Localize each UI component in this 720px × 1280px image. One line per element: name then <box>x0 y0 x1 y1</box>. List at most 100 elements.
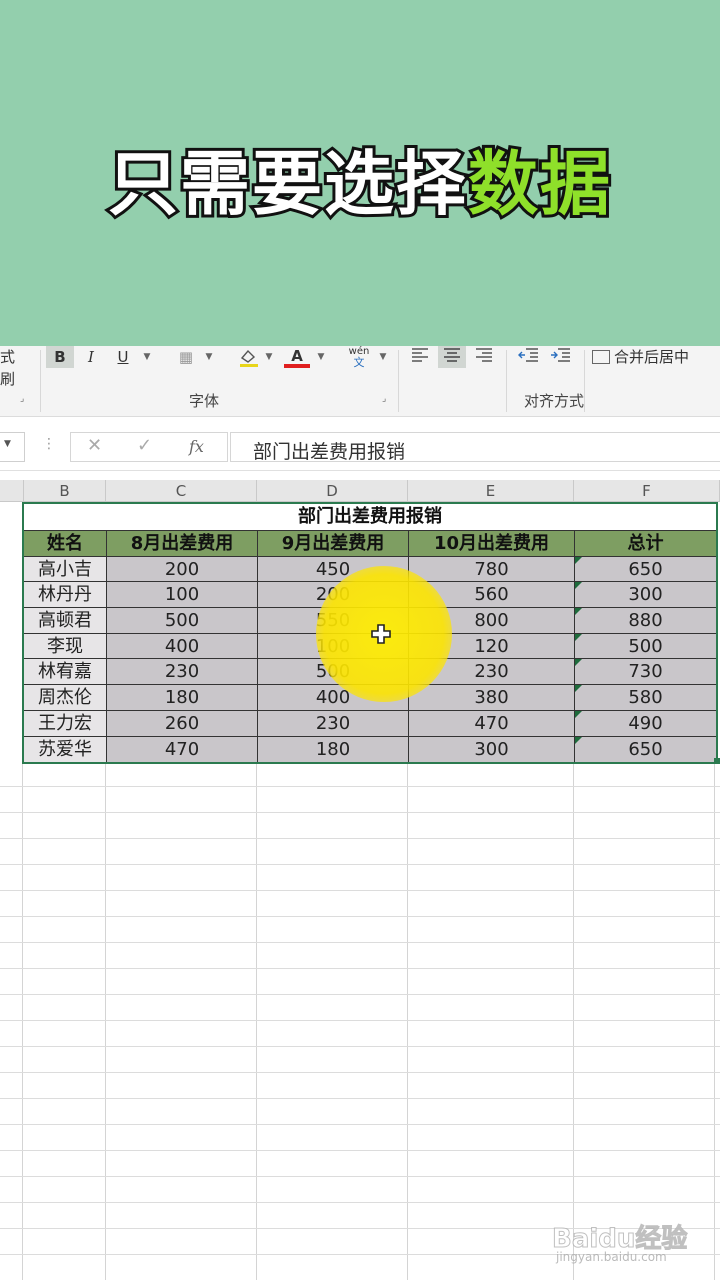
enter-icon[interactable]: ✓ <box>137 435 152 456</box>
data-cell[interactable]: 400 <box>107 633 258 659</box>
data-cell[interactable]: 200 <box>107 556 258 582</box>
italic-button[interactable]: I <box>80 346 102 368</box>
pinyin-bottom-label: 文 <box>353 356 365 369</box>
name-box[interactable]: ▼ <box>0 432 25 462</box>
data-cell[interactable]: 500 <box>107 608 258 633</box>
font-color-dropdown-icon[interactable]: ▼ <box>314 346 328 368</box>
font-color-button[interactable]: A <box>284 346 310 368</box>
total-value: 650 <box>628 558 663 580</box>
data-cell[interactable]: 100 <box>107 582 258 608</box>
more-options-icon[interactable]: ⋮ <box>42 436 56 452</box>
column-header-c[interactable]: C <box>106 480 257 502</box>
merge-center-label: 合并后居中 <box>614 348 690 366</box>
banner-title-white: 只需要选择 <box>105 140 469 228</box>
name-cell[interactable]: 李现 <box>24 633 107 659</box>
data-cell[interactable]: 300 <box>409 736 575 763</box>
format-painter-button[interactable]: 式刷 <box>0 346 24 388</box>
banner-title-green: 数据 <box>465 140 613 228</box>
formula-indicator-icon <box>575 633 582 641</box>
total-cell[interactable]: 490 <box>575 710 716 736</box>
ribbon-divider <box>506 350 507 412</box>
total-cell[interactable]: 650 <box>575 736 716 763</box>
total-cell[interactable]: 650 <box>575 556 716 582</box>
ribbon-divider <box>40 350 41 412</box>
column-header-corner[interactable] <box>0 480 24 502</box>
data-cell[interactable]: 180 <box>258 736 409 763</box>
name-cell[interactable]: 林宥嘉 <box>24 659 107 685</box>
column-header-e[interactable]: E <box>408 480 574 502</box>
header-cell[interactable]: 姓名 <box>24 531 107 556</box>
data-cell[interactable]: 180 <box>107 685 258 710</box>
formula-indicator-icon <box>575 685 582 693</box>
dialog-launcher-icon[interactable]: ⌟ <box>20 394 30 404</box>
fill-color-icon[interactable] <box>236 346 262 368</box>
alignment-group-label: 对齐方式 <box>524 392 585 410</box>
total-cell[interactable]: 300 <box>575 582 716 608</box>
total-cell[interactable]: 580 <box>575 685 716 710</box>
header-cell[interactable]: 8月出差费用 <box>107 531 258 556</box>
dialog-launcher-icon[interactable]: ⌟ <box>382 394 392 404</box>
total-cell[interactable]: 500 <box>575 633 716 659</box>
formula-input[interactable]: 部门出差费用报销 <box>230 432 720 463</box>
data-cell[interactable]: 230 <box>107 659 258 685</box>
formula-indicator-icon <box>575 659 582 667</box>
align-left-icon[interactable] <box>408 346 432 368</box>
increase-indent-icon[interactable] <box>548 346 574 368</box>
data-cell[interactable]: 780 <box>409 556 575 582</box>
name-cell[interactable]: 高顿君 <box>24 608 107 633</box>
column-header-f[interactable]: F <box>574 480 720 502</box>
merge-center-button[interactable]: 合并后居中 <box>592 346 718 368</box>
chevron-down-icon[interactable]: ▼ <box>4 439 11 449</box>
fill-handle[interactable] <box>714 758 720 764</box>
table-title[interactable]: 部门出差费用报销 <box>24 504 716 531</box>
bold-button[interactable]: B <box>46 346 74 368</box>
data-cell[interactable]: 470 <box>107 736 258 763</box>
pinyin-guide-button[interactable]: wén 文 <box>346 346 372 368</box>
total-cell[interactable]: 880 <box>575 608 716 633</box>
underline-dropdown-icon[interactable]: ▼ <box>140 346 154 368</box>
formula-bar: ▼ ⋮ ✕ ✓ fx 部门出差费用报销 <box>0 424 720 471</box>
total-value: 880 <box>628 610 663 632</box>
data-cell[interactable]: 470 <box>409 710 575 736</box>
header-cell[interactable]: 总计 <box>575 531 716 556</box>
formula-buttons: ✕ ✓ fx <box>70 432 228 462</box>
column-header-b[interactable]: B <box>24 480 106 502</box>
borders-dropdown-icon[interactable]: ▼ <box>202 346 216 368</box>
data-cell[interactable]: 260 <box>107 710 258 736</box>
total-value: 580 <box>628 687 663 709</box>
formula-indicator-icon <box>575 608 582 616</box>
total-cell[interactable]: 730 <box>575 659 716 685</box>
header-cell[interactable]: 9月出差费用 <box>258 531 409 556</box>
baidu-watermark-url: jingyan.baidu.com <box>556 1250 667 1264</box>
ribbon-divider <box>584 350 585 412</box>
name-cell[interactable]: 高小吉 <box>24 556 107 582</box>
total-value: 730 <box>628 661 663 683</box>
name-cell[interactable]: 苏爱华 <box>24 736 107 763</box>
formula-indicator-icon <box>575 710 582 718</box>
name-cell[interactable]: 林丹丹 <box>24 582 107 608</box>
insert-function-icon[interactable]: fx <box>189 437 204 456</box>
column-header-d[interactable]: D <box>257 480 408 502</box>
cancel-icon[interactable]: ✕ <box>87 435 102 456</box>
header-cell[interactable]: 10月出差费用 <box>409 531 575 556</box>
name-cell[interactable]: 王力宏 <box>24 710 107 736</box>
total-value: 490 <box>628 712 663 734</box>
align-center-icon[interactable] <box>438 346 466 368</box>
data-cell[interactable]: 380 <box>409 685 575 710</box>
total-value: 650 <box>628 738 663 760</box>
data-cell[interactable]: 230 <box>258 710 409 736</box>
formula-indicator-icon <box>575 556 582 564</box>
formula-indicator-icon <box>575 736 582 744</box>
decrease-indent-icon[interactable] <box>516 346 542 368</box>
formula-indicator-icon <box>575 582 582 590</box>
name-cell[interactable]: 周杰伦 <box>24 685 107 710</box>
align-right-icon[interactable] <box>472 346 496 368</box>
cell-select-cursor-icon <box>371 624 391 644</box>
borders-icon[interactable]: ▦ <box>174 346 198 368</box>
fill-color-dropdown-icon[interactable]: ▼ <box>262 346 276 368</box>
underline-button[interactable]: U <box>112 346 134 368</box>
merge-center-icon <box>592 350 610 364</box>
pinyin-dropdown-icon[interactable]: ▼ <box>376 346 390 368</box>
total-value: 300 <box>628 584 663 606</box>
table-header-row: 姓名 8月出差费用 9月出差费用 10月出差费用 总计 <box>24 531 716 557</box>
